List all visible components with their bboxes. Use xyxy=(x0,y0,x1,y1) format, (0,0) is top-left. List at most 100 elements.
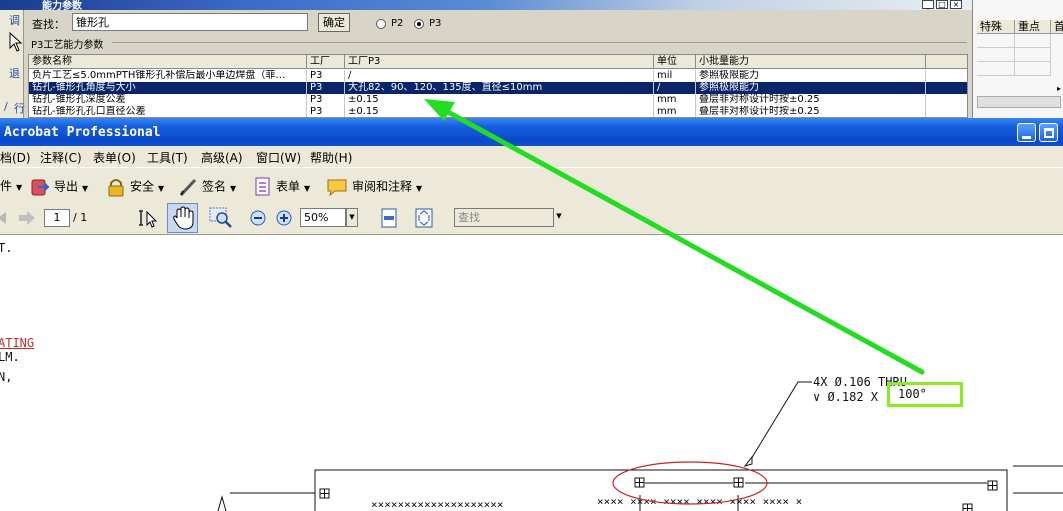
zoom-dropdown-icon[interactable]: ▼ xyxy=(346,208,358,227)
params-titlebar: 能力参数 xyxy=(0,0,972,12)
next-page-icon[interactable] xyxy=(17,209,37,227)
toolbar-forms[interactable]: 表单 ▼ xyxy=(254,177,310,197)
group-divider xyxy=(112,42,967,43)
right-cell xyxy=(977,48,1015,62)
cell-small-batch: 参照极限能力 xyxy=(696,82,926,94)
hand-tool-button[interactable] xyxy=(167,203,198,233)
menu-tools[interactable]: 工具(T) xyxy=(147,149,188,166)
main-toolbar: 件 ▼ 导出 ▼ 安全 ▼ 签名 ▼ 表单 ▼ 审阅和注释 ▼ xyxy=(0,167,1063,201)
group-label: P3工艺能力参数 xyxy=(31,40,104,51)
minimize-icon[interactable]: _ xyxy=(922,0,934,9)
table-row[interactable]: 钻孔-锥形孔孔口直径公差 P3 ±0.15 mm 叠层非对称设计时按±0.25 xyxy=(29,106,967,117)
acrobat-titlebar: Acrobat Professional xyxy=(0,118,1063,146)
cell-name: 钻孔-锥形孔深度公差 xyxy=(29,94,307,106)
toolbar-security-label: 安全 xyxy=(130,179,155,194)
right-cell xyxy=(1015,48,1051,62)
find-dropdown-icon[interactable]: ▼ xyxy=(554,208,564,227)
right-panel: 特殊 重点 首 ▸ xyxy=(972,0,1063,118)
acrobat-restore-icon[interactable] xyxy=(1039,123,1058,142)
right-cell xyxy=(977,34,1015,48)
fit-page-icon[interactable] xyxy=(380,207,398,229)
col-header-factory-p3[interactable]: 工厂P3 xyxy=(345,55,654,69)
cell-factory: P3 xyxy=(307,70,345,82)
toolbar-sign[interactable]: 签名 ▼ xyxy=(178,177,236,197)
col-header-factory[interactable]: 工厂 xyxy=(307,55,345,69)
cell-small-batch: 叠层非对称设计时按±0.25 xyxy=(696,106,926,117)
menu-advanced[interactable]: 高级(A) xyxy=(201,149,243,166)
horizontal-scrollbar[interactable] xyxy=(977,96,1061,108)
find-input[interactable]: 查找 xyxy=(454,208,554,227)
right-header-key[interactable]: 重点 xyxy=(1015,20,1051,34)
left-strip: 调 退 / 行 xyxy=(0,10,25,118)
zoom-out-icon[interactable] xyxy=(250,210,266,226)
menu-help[interactable]: 帮助(H) xyxy=(310,149,352,166)
zoom-level-input[interactable]: 50% xyxy=(300,208,346,227)
toolbar-review[interactable]: 审阅和注释 ▼ xyxy=(326,177,422,197)
navigation-toolbar: 1 / 1 50% ▼ 查找 ▼ xyxy=(0,201,1063,235)
radio-p2[interactable] xyxy=(376,19,386,29)
cell-name: 钻孔-锥形孔孔口直径公差 xyxy=(29,106,307,117)
drawing-lines xyxy=(217,381,1063,511)
confirm-button[interactable]: 确定 xyxy=(318,13,350,32)
zoom-in-icon[interactable] xyxy=(276,210,292,226)
params-window-title: 能力参数 xyxy=(42,1,82,12)
acrobat-title: Acrobat Professional xyxy=(4,125,161,140)
cell-name: 钻孔-锥形孔角度与大小 xyxy=(29,82,307,94)
table-row[interactable]: 钻孔-锥形孔深度公差 P3 ±0.15 mm 叠层非对称设计时按±0.25 xyxy=(29,94,967,106)
col-header-unit[interactable]: 单位 xyxy=(654,55,696,69)
fit-width-icon[interactable] xyxy=(414,207,434,229)
table-row-selected[interactable]: 钻孔-锥形孔角度与大小 P3 大孔82、90、120、135度、直径≤10mm … xyxy=(29,82,967,94)
scroll-right-icon[interactable]: ▸ xyxy=(1057,84,1061,93)
cell-unit: mm xyxy=(654,94,696,106)
form-icon xyxy=(255,177,270,196)
table-row[interactable]: 负片工艺≤5.0mmPTH锥形孔补偿后最小单边焊盘（菲… P3 / mil 参照… xyxy=(29,70,967,82)
comment-icon xyxy=(327,179,347,197)
toolbar-export-label: 导出 xyxy=(54,179,79,194)
radio-p3-label: P3 xyxy=(429,18,442,29)
close-icon[interactable]: × xyxy=(950,0,962,9)
cell-small-batch: 叠层非对称设计时按±0.25 xyxy=(696,94,926,106)
menu-window[interactable]: 窗口(W) xyxy=(256,149,301,166)
document-area: T. ATING LM. N, 4X Ø.106 THRU ∨ Ø.182 X … xyxy=(0,235,1063,511)
zoom-tool-icon[interactable] xyxy=(208,206,234,230)
menu-comments[interactable]: 注释(C) xyxy=(40,149,82,166)
toolbar-forms-label: 表单 xyxy=(276,179,301,194)
cell-factory: P3 xyxy=(307,106,345,117)
strip-label-1[interactable]: 调 xyxy=(9,12,20,28)
maximize-icon[interactable]: □ xyxy=(936,0,948,9)
prev-page-icon[interactable] xyxy=(0,210,10,226)
lock-icon xyxy=(108,179,124,197)
cell-small-batch: 参照极限能力 xyxy=(696,70,926,82)
toolbar-review-label: 审阅和注释 xyxy=(352,179,413,194)
col-header-small-batch[interactable]: 小批量能力 xyxy=(696,55,926,69)
cell-factory-p3: 大孔82、90、120、135度、直径≤10mm xyxy=(345,82,654,94)
cell-name: 负片工艺≤5.0mmPTH锥形孔补偿后最小单边焊盘（菲… xyxy=(29,70,307,82)
radio-p3[interactable] xyxy=(414,19,424,29)
toolbar-export[interactable]: 导出 ▼ xyxy=(30,177,88,197)
cell-factory-p3: ±0.15 xyxy=(345,94,654,106)
right-header-special[interactable]: 特殊 xyxy=(977,20,1015,34)
strip-label-2[interactable]: 退 xyxy=(9,65,20,81)
right-cell xyxy=(1015,62,1051,76)
col-header-name[interactable]: 参数名称 xyxy=(29,55,307,69)
menu-document[interactable]: 档(D) xyxy=(0,149,31,166)
search-input[interactable] xyxy=(72,13,308,31)
toolbar-file-label: 件 xyxy=(0,179,13,193)
mouse-cursor-icon xyxy=(9,32,23,52)
toolbar-sign-label: 签名 xyxy=(202,179,227,194)
right-cell xyxy=(1015,34,1051,48)
cell-unit: mil xyxy=(654,70,696,82)
params-window: 能力参数 _ □ × 调 退 / 行 查找： 确定 P2 P3 P3工艺能力参数… xyxy=(0,0,1063,118)
page-number-input[interactable]: 1 xyxy=(44,209,70,227)
toolbar-security[interactable]: 安全 ▼ xyxy=(106,177,164,197)
cell-unit: / xyxy=(654,82,696,94)
params-grid: 参数名称 工厂 工厂P3 单位 小批量能力 负片工艺≤5.0mmPTH锥形孔补偿… xyxy=(28,54,968,118)
hand-icon xyxy=(173,206,194,230)
strip-label-3: / xyxy=(4,100,8,113)
grid-header: 参数名称 工厂 工厂P3 单位 小批量能力 xyxy=(29,55,967,69)
menu-forms[interactable]: 表单(O) xyxy=(93,149,136,166)
toolbar-file[interactable]: 件 ▼ xyxy=(0,177,22,194)
right-header-first[interactable]: 首 xyxy=(1051,20,1063,34)
select-text-icon[interactable] xyxy=(138,208,160,228)
acrobat-minimize-icon[interactable] xyxy=(1017,123,1036,142)
